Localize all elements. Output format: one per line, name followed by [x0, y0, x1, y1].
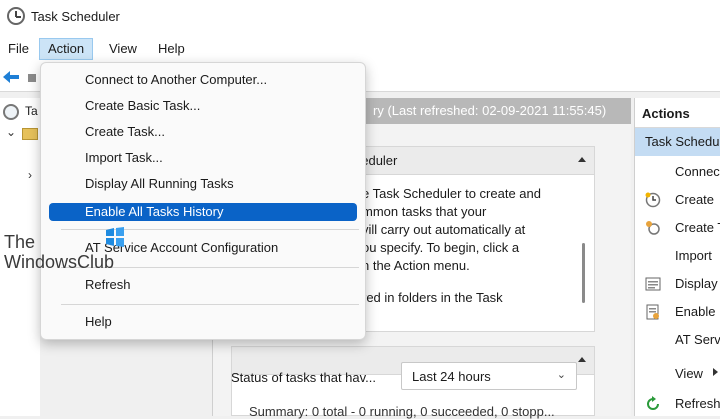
- enable-history-icon: [646, 304, 659, 320]
- overview-text: e Task Scheduler to create and mmon task…: [362, 185, 582, 307]
- action-label: View: [675, 366, 703, 381]
- action-create-basic-task[interactable]: Create: [635, 186, 720, 214]
- menu-item-help[interactable]: Help: [49, 311, 357, 333]
- action-label: AT Serv: [675, 332, 720, 347]
- tree-item-library[interactable]: ⌄: [0, 124, 40, 144]
- menu-separator: [61, 304, 359, 305]
- folder-icon: [22, 128, 38, 140]
- status-period-value: Last 24 hours: [412, 369, 491, 384]
- action-refresh[interactable]: Refresh: [635, 390, 720, 418]
- action-label: Enable: [675, 304, 716, 319]
- back-arrow-icon[interactable]: [2, 70, 20, 84]
- title-bar: Task Scheduler: [0, 0, 720, 34]
- windowsclub-logo-icon: [106, 227, 124, 247]
- menu-help[interactable]: Help: [150, 38, 193, 60]
- action-at-service[interactable]: AT Serv: [635, 326, 720, 354]
- tree-item-collapsed[interactable]: ›: [0, 166, 40, 186]
- refresh-icon: [647, 396, 659, 410]
- action-label: Import: [675, 248, 712, 263]
- actions-header: Actions: [635, 98, 720, 128]
- action-display-running[interactable]: Display: [635, 270, 720, 298]
- watermark-line1: The: [4, 232, 36, 252]
- toolbar-square-icon[interactable]: [28, 74, 36, 82]
- action-dropdown-menu: Connect to Another Computer... Create Ba…: [40, 62, 366, 340]
- actions-subheader-text: Task Schedu: [645, 134, 720, 149]
- menu-item-refresh[interactable]: Refresh: [49, 274, 357, 296]
- overview-line: n the Action menu.: [362, 258, 470, 273]
- action-label: Refresh: [675, 396, 720, 411]
- menu-bar: File Action View Help: [0, 34, 720, 62]
- menu-item-enable-tasks-history[interactable]: Enable All Tasks History: [49, 203, 357, 221]
- actions-pane: Actions Task Schedu Connec Create Create…: [634, 98, 720, 416]
- action-import[interactable]: Import: [635, 242, 720, 270]
- status-summary: Summary: 0 total - 0 running, 0 succeede…: [249, 404, 555, 419]
- menu-item-import-task[interactable]: Import Task...: [49, 147, 357, 169]
- overview-line: vill carry out automatically at: [362, 222, 526, 237]
- action-label: Create: [675, 192, 715, 207]
- create-basic-task-icon: [645, 192, 661, 208]
- clock-icon: [3, 104, 19, 120]
- tree-item-root[interactable]: Ta: [0, 102, 40, 122]
- overview-spacer: [362, 275, 582, 289]
- summary-header-text: ry (Last refreshed: 02-09-2021 11:55:45): [373, 103, 607, 118]
- chevron-right-icon[interactable]: ›: [28, 168, 32, 182]
- menu-item-display-running-tasks[interactable]: Display All Running Tasks: [49, 173, 357, 195]
- status-period-select[interactable]: Last 24 hours ⌄: [401, 362, 577, 390]
- menu-view[interactable]: View: [101, 38, 145, 60]
- actions-subheader[interactable]: Task Schedu: [635, 128, 720, 156]
- actions-title: Actions: [642, 106, 690, 121]
- overview-line: mmon tasks that your: [362, 204, 487, 219]
- chevron-down-icon[interactable]: ⌄: [6, 125, 16, 139]
- create-task-icon: [646, 221, 660, 235]
- menu-item-create-basic-task[interactable]: Create Basic Task...: [49, 95, 357, 117]
- status-label: Status of tasks that hav...: [231, 370, 376, 385]
- menu-action[interactable]: Action: [39, 38, 94, 60]
- menu-item-connect-another-computer[interactable]: Connect to Another Computer...: [49, 69, 357, 91]
- display-running-icon: [645, 277, 661, 291]
- action-connect[interactable]: Connec: [635, 158, 720, 186]
- action-enable-history[interactable]: Enable: [635, 298, 720, 326]
- overview-line: ou specify. To begin, click a: [362, 240, 520, 255]
- overview-line: e Task Scheduler to create and: [362, 186, 541, 201]
- chevron-down-icon: ⌄: [556, 369, 566, 381]
- collapse-caret-icon[interactable]: [578, 157, 586, 162]
- submenu-arrow-icon: [713, 368, 718, 376]
- action-label: Create T: [675, 220, 720, 235]
- menu-file[interactable]: File: [0, 38, 37, 60]
- action-label: Display: [675, 276, 718, 291]
- task-scheduler-clock-icon: [7, 7, 25, 25]
- watermark-line2: WindowsClub: [4, 252, 115, 272]
- action-label: Connec: [675, 164, 720, 179]
- action-create-task[interactable]: Create T: [635, 214, 720, 242]
- collapse-caret-icon[interactable]: [578, 357, 586, 362]
- window-title: Task Scheduler: [31, 9, 120, 24]
- menu-item-create-task[interactable]: Create Task...: [49, 121, 357, 143]
- tree-root-label: Ta: [25, 104, 38, 118]
- overview-scrollbar[interactable]: [582, 243, 585, 303]
- windowsclub-watermark: The WindowsClub: [4, 232, 114, 272]
- action-view[interactable]: View: [635, 360, 720, 388]
- overview-line: red in folders in the Task: [362, 290, 503, 305]
